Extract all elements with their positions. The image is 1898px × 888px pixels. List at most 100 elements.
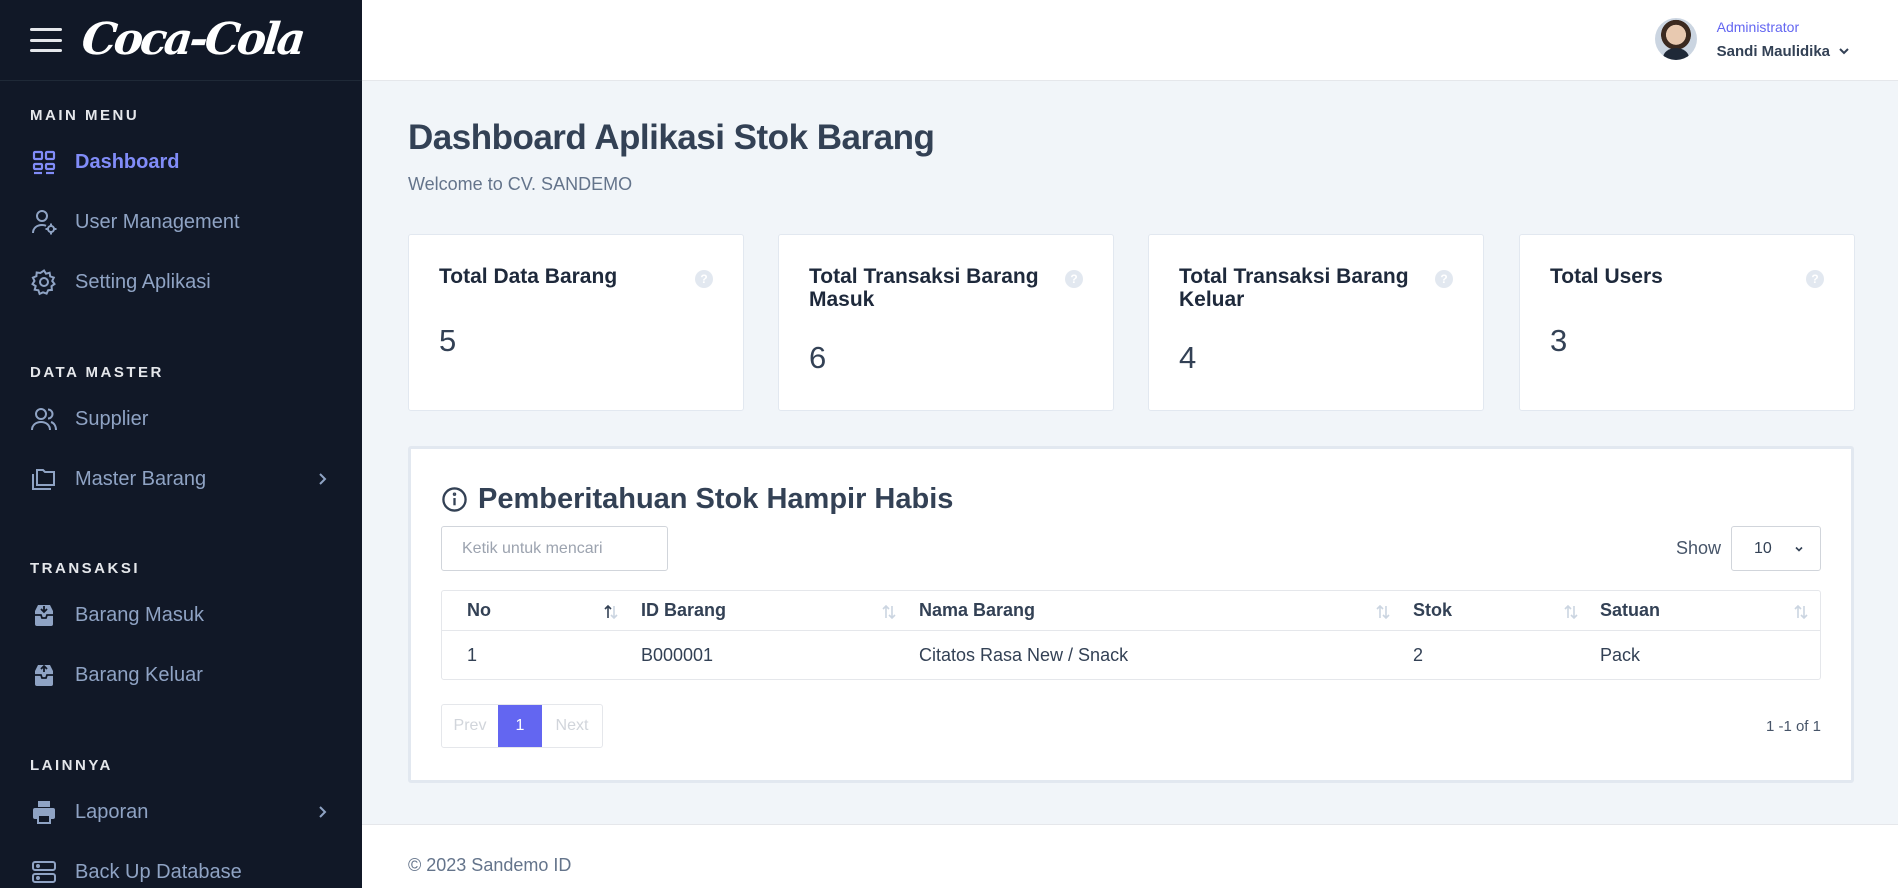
stat-card-title: Total Transaksi Barang Masuk	[809, 265, 1039, 311]
stat-card-total-transaksi-masuk: Total Transaksi Barang Masuk ? 6	[778, 234, 1114, 411]
column-header-nama-barang[interactable]: Nama Barang	[919, 591, 1319, 631]
column-header-label: Nama Barang	[919, 600, 1036, 620]
menu-toggle-icon[interactable]	[30, 28, 62, 52]
stat-card-value: 6	[809, 340, 827, 375]
sort-asc-icon[interactable]	[602, 603, 620, 621]
table-row: 1 B000001 Citatos Rasa New / Snack 2 Pac…	[442, 631, 1820, 679]
help-icon[interactable]: ?	[1806, 270, 1824, 288]
stat-card-total-transaksi-keluar: Total Transaksi Barang Keluar ? 4	[1148, 234, 1484, 411]
page-size-select[interactable]: 10	[1731, 526, 1821, 571]
cell-nama-barang: Citatos Rasa New / Snack	[919, 644, 1129, 665]
sidebar-item-barang-keluar[interactable]: Barang Keluar	[0, 650, 362, 700]
cell-stok: 2	[1413, 644, 1424, 665]
sidebar-item-label: Dashboard	[75, 150, 180, 173]
stat-card-title: Total Users	[1550, 265, 1663, 288]
footer: © 2023 Sandemo ID	[362, 824, 1898, 888]
search-input[interactable]	[441, 526, 668, 571]
sidebar-item-label: Barang Keluar	[75, 663, 203, 686]
gear-icon	[30, 268, 58, 296]
page-subtitle: Welcome to CV. SANDEMO	[408, 174, 633, 194]
show-label: Show	[1675, 538, 1721, 558]
stat-card-value: 4	[1179, 340, 1197, 375]
sidebar-item-laporan[interactable]: Laporan	[0, 787, 362, 837]
user-menu[interactable]: Administrator Sandi Maulidika	[1654, 18, 1850, 60]
footer-copyright: © 2023 Sandemo ID	[408, 855, 572, 875]
folders-icon	[30, 465, 58, 493]
column-header-id-barang[interactable]: ID Barang	[641, 591, 871, 631]
help-icon[interactable]: ?	[1435, 270, 1453, 288]
inbox-in-icon	[30, 601, 58, 629]
section-main-menu: MAIN MENU	[30, 107, 140, 124]
sidebar-item-user-management[interactable]: User Management	[0, 197, 362, 247]
inbox-out-icon	[30, 661, 58, 689]
sidebar-item-barang-masuk[interactable]: Barang Masuk	[0, 590, 362, 640]
chevron-right-icon	[319, 473, 327, 485]
prev-page-button[interactable]: Prev	[442, 705, 498, 747]
next-page-button[interactable]: Next	[542, 705, 602, 747]
sidebar-item-dashboard[interactable]: Dashboard	[0, 137, 362, 187]
column-header-satuan[interactable]: Satuan	[1600, 591, 1750, 631]
sidebar-header: Coca-Cola	[0, 0, 362, 81]
column-header-stok[interactable]: Stok	[1413, 591, 1563, 631]
chevron-right-icon	[319, 806, 327, 818]
server-icon	[30, 858, 58, 886]
cell-satuan: Pack	[1600, 644, 1641, 665]
sidebar-item-supplier[interactable]: Supplier	[0, 394, 362, 444]
sidebar-item-label: Back Up Database	[75, 860, 242, 883]
stock-alert-panel: Pemberitahuan Stok Hampir Habis Show 10 …	[408, 446, 1854, 783]
stat-card-value: 3	[1550, 323, 1568, 358]
topbar: Administrator Sandi Maulidika	[362, 0, 1898, 81]
sidebar-item-label: Supplier	[75, 407, 149, 430]
stat-card-title: Total Data Barang	[439, 265, 618, 288]
user-gear-icon	[30, 208, 58, 236]
page-size-control: Show 10	[1676, 526, 1821, 571]
sidebar-item-label: Setting Aplikasi	[75, 270, 211, 293]
stat-card-value: 5	[439, 323, 457, 358]
page-1-button[interactable]: 1	[498, 705, 542, 747]
dashboard-icon	[30, 148, 58, 176]
sidebar-item-master-barang[interactable]: Master Barang	[0, 454, 362, 504]
sidebar-item-label: Laporan	[75, 800, 149, 823]
section-transaksi: TRANSAKSI	[30, 560, 141, 577]
pagination: Prev 1 Next	[441, 704, 603, 748]
avatar	[1654, 18, 1697, 60]
section-data-master: DATA MASTER	[30, 364, 164, 381]
cell-id-barang: B000001	[641, 644, 714, 665]
printer-icon	[30, 798, 58, 826]
panel-title-text: Pemberitahuan Stok Hampir Habis	[478, 483, 954, 515]
panel-title: Pemberitahuan Stok Hampir Habis	[441, 483, 953, 516]
user-name: Sandi Maulidika	[1717, 43, 1850, 60]
cell-no: 1	[467, 644, 478, 665]
section-lainnya: LAINNYA	[30, 757, 113, 774]
help-icon[interactable]: ?	[695, 270, 713, 288]
sidebar-item-label: Master Barang	[75, 467, 207, 490]
sidebar-item-label: User Management	[75, 210, 240, 233]
sidebar-item-setting-aplikasi[interactable]: Setting Aplikasi	[0, 257, 362, 307]
sort-icon[interactable]	[1562, 603, 1580, 621]
column-header-label: Stok	[1413, 600, 1453, 620]
column-header-no[interactable]: No	[467, 591, 617, 631]
sidebar-item-backup-database[interactable]: Back Up Database	[0, 847, 362, 888]
chevron-down-icon	[1839, 48, 1849, 55]
sort-icon[interactable]	[1374, 603, 1392, 621]
stat-card-title: Total Transaksi Barang Keluar	[1179, 265, 1409, 311]
sort-icon[interactable]	[880, 603, 898, 621]
column-header-label: ID Barang	[641, 600, 727, 620]
users-icon	[30, 405, 58, 433]
pagination-info: 1 -1 of 1	[1765, 718, 1821, 735]
user-role: Administrator	[1716, 18, 1800, 35]
stat-card-total-users: Total Users ? 3	[1519, 234, 1855, 411]
sidebar-item-label: Barang Masuk	[75, 603, 204, 626]
info-icon	[442, 487, 467, 512]
column-header-label: Satuan	[1600, 600, 1661, 620]
stock-table: No ID Barang Nama Barang Stok Satuan 1 B…	[441, 590, 1821, 680]
chevron-down-icon	[1795, 546, 1803, 552]
sidebar: Coca-Cola MAIN MENU Dashboard User Manag…	[0, 0, 362, 888]
brand-logo[interactable]: Coca-Cola	[79, 14, 305, 65]
column-header-label: No	[467, 600, 491, 620]
help-icon[interactable]: ?	[1065, 270, 1083, 288]
page-size-value: 10	[1754, 539, 1772, 557]
page-title: Dashboard Aplikasi Stok Barang	[408, 118, 935, 157]
sort-icon[interactable]	[1792, 603, 1810, 621]
stat-card-total-data-barang: Total Data Barang ? 5	[408, 234, 744, 411]
